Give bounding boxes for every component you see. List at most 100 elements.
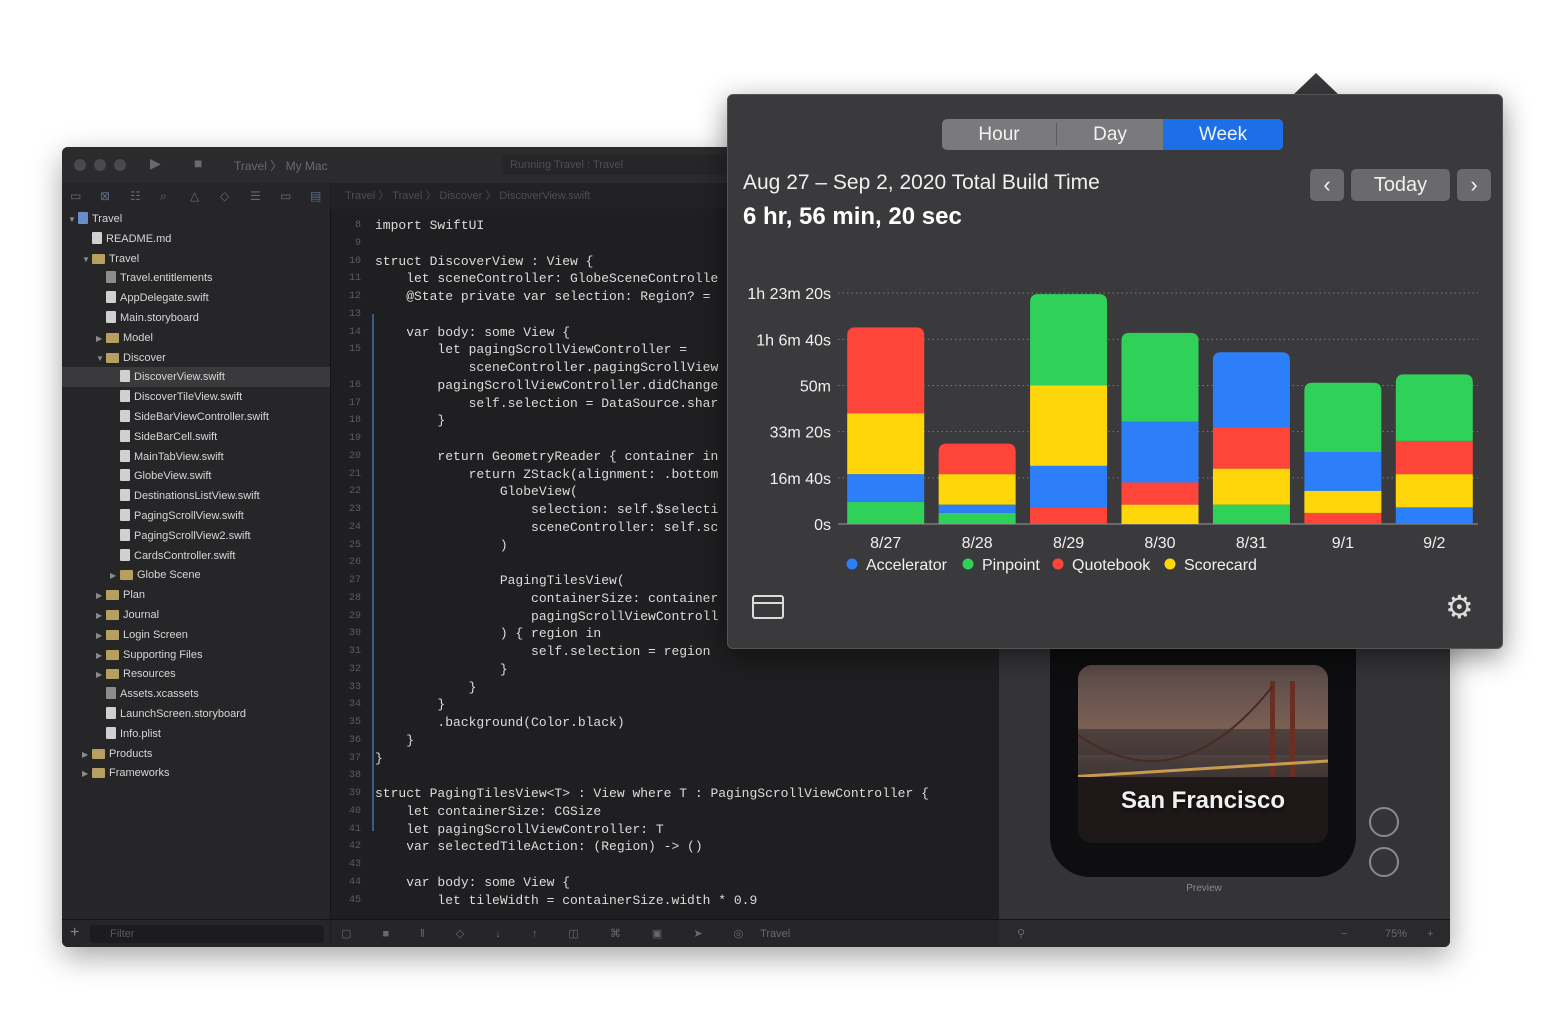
code-text: return GeometryReader { container in xyxy=(375,448,719,464)
folder-icon xyxy=(106,649,119,660)
navigator-item-label: SideBarViewController.swift xyxy=(134,411,269,423)
navigator-item-label: Travel xyxy=(92,213,123,225)
navigator-item[interactable]: SideBarCell.swift xyxy=(62,427,330,447)
search-icon[interactable]: ⌕ xyxy=(160,189,167,204)
navigator-item[interactable]: ▶ Globe Scene xyxy=(62,565,330,585)
navigator-item[interactable]: ▶ Model xyxy=(62,328,330,348)
disclosure-triangle-icon[interactable]: ▶ xyxy=(96,329,106,349)
folder-icon xyxy=(106,610,119,620)
disclosure-triangle-icon[interactable]: ▶ xyxy=(110,566,120,586)
navigator-item[interactable]: DestinationsListView.swift xyxy=(62,486,330,506)
file-icon xyxy=(120,548,130,561)
stop-icon[interactable]: ■ xyxy=(194,155,202,171)
today-button[interactable]: Today xyxy=(1351,169,1450,201)
navigator-item[interactable]: ▶ Frameworks xyxy=(62,763,330,783)
minimize-window-button[interactable] xyxy=(94,159,106,171)
navigator-item[interactable]: ▶ Journal xyxy=(62,605,330,625)
disclosure-triangle-icon[interactable]: ▶ xyxy=(96,606,106,626)
navigator-item-label: MainTabView.swift xyxy=(134,450,224,463)
navigator-item[interactable]: ▶ Products xyxy=(62,744,330,764)
navigator-item[interactable]: LaunchScreen.storyboard xyxy=(62,704,330,724)
navigator-item[interactable]: Travel.entitlements xyxy=(62,268,330,288)
disclosure-triangle-icon[interactable]: ▶ xyxy=(96,665,106,685)
close-window-button[interactable] xyxy=(74,159,86,171)
navigator-item[interactable]: README.md xyxy=(62,229,330,249)
debug-icon[interactable]: ☰ xyxy=(250,189,261,203)
filter-input[interactable]: Filter xyxy=(90,925,324,943)
line-number: 36 xyxy=(348,734,361,746)
line-number: 19 xyxy=(348,433,361,444)
navigator-item[interactable]: MainTabView.swift xyxy=(62,447,330,467)
file-icon xyxy=(120,390,130,403)
debug-toolbar-icons[interactable]: ▢ ■ ‖ ◇ ↓ ↑ ◫ ⌘ ▣ ➤ ◎ xyxy=(341,928,757,940)
disclosure-triangle-icon[interactable]: ▼ xyxy=(96,349,106,369)
navigator-item[interactable]: PagingScrollView2.swift xyxy=(62,526,330,546)
inspect-preview-button[interactable] xyxy=(1369,847,1399,877)
bar-segment xyxy=(1212,468,1290,505)
navigator-item[interactable]: GlobeView.swift xyxy=(62,466,330,486)
navigator-item[interactable]: DiscoverTileView.swift xyxy=(62,387,330,407)
city-photo: San Francisco xyxy=(1078,665,1328,843)
navigator-item[interactable]: Info.plist xyxy=(62,724,330,744)
navigator-item[interactable]: CardsController.swift xyxy=(62,546,330,566)
y-tick-label: 50m xyxy=(800,379,831,396)
navigator-item[interactable]: ▶ Resources xyxy=(62,664,330,684)
bar-segment xyxy=(1030,385,1108,466)
navigator-item[interactable]: ▶ Plan xyxy=(62,585,330,605)
disclosure-triangle-icon[interactable]: ▶ xyxy=(82,745,92,765)
breakpoint-icon[interactable]: ▭ xyxy=(280,189,291,203)
report-icon[interactable]: ▤ xyxy=(310,189,321,203)
file-icon xyxy=(120,509,130,521)
destination-name: My Mac xyxy=(285,159,328,173)
file-icon xyxy=(120,429,130,442)
navigator-item-label: Assets.xcassets xyxy=(120,688,199,701)
pin-icon[interactable]: ⚲ xyxy=(1017,920,1025,947)
disclosure-triangle-icon[interactable]: ▶ xyxy=(82,764,92,784)
issue-icon[interactable]: △ xyxy=(190,189,199,203)
run-icon[interactable]: ▶ xyxy=(150,155,161,172)
source-control-icon[interactable]: ⊠ xyxy=(100,189,110,203)
navigator-item[interactable]: ▼ Travel xyxy=(62,209,330,229)
line-number: 8 xyxy=(354,220,361,231)
segment-week[interactable]: Week xyxy=(1163,119,1283,150)
disclosure-triangle-icon[interactable]: ▶ xyxy=(96,626,106,646)
disclosure-triangle-icon[interactable]: ▼ xyxy=(68,210,78,230)
code-text: let containerSize: CGSize xyxy=(375,803,602,819)
disclosure-triangle-icon[interactable]: ▼ xyxy=(82,250,92,270)
add-icon[interactable]: + xyxy=(70,924,79,942)
disclosure-triangle-icon[interactable]: ▶ xyxy=(96,646,106,666)
navigator-item-label: DestinationsListView.swift xyxy=(134,490,260,503)
zoom-out-button[interactable]: − xyxy=(1341,920,1347,947)
previous-week-button[interactable]: ‹ xyxy=(1310,169,1344,201)
navigator-item[interactable]: ▼ Discover xyxy=(62,348,330,368)
navigator-item-label: Discover xyxy=(123,351,166,364)
code-line: 34 } xyxy=(331,696,999,714)
navigator-item[interactable]: Assets.xcassets xyxy=(62,684,330,704)
navigator-item[interactable]: Main.storyboard xyxy=(62,308,330,328)
live-preview-button[interactable] xyxy=(1369,807,1399,837)
navigator-item[interactable]: PagingScrollView.swift xyxy=(62,506,330,526)
navigator-item[interactable]: DiscoverView.swift xyxy=(62,367,330,388)
folder-icon[interactable]: ▭ xyxy=(70,189,81,203)
project-icon xyxy=(78,212,88,224)
segment-day[interactable]: Day xyxy=(1057,119,1163,150)
zoom-window-button[interactable] xyxy=(114,159,126,171)
navigator-item[interactable]: AppDelegate.swift xyxy=(62,288,330,308)
disclosure-triangle-icon[interactable]: ▶ xyxy=(96,586,106,606)
code-line: 32 } xyxy=(331,661,999,679)
symbol-icon[interactable]: ☷ xyxy=(130,189,141,203)
scheme-selector[interactable]: Travel 〉 My Mac xyxy=(234,157,328,174)
test-icon[interactable]: ◇ xyxy=(220,189,229,203)
period-segmented-control[interactable]: Hour Day Week xyxy=(942,119,1283,150)
navigator-item[interactable]: SideBarViewController.swift xyxy=(62,407,330,427)
file-icon xyxy=(106,707,116,719)
next-week-button[interactable]: › xyxy=(1457,169,1491,201)
navigator-item[interactable]: ▼ Travel xyxy=(62,249,330,269)
zoom-in-button[interactable]: + xyxy=(1427,920,1433,947)
scheme-name: Travel xyxy=(234,159,267,173)
navigator-item[interactable]: ▶ Supporting Files xyxy=(62,645,330,665)
gear-icon[interactable]: ⚙ xyxy=(1445,591,1474,623)
segment-hour[interactable]: Hour xyxy=(942,119,1056,150)
navigator-item[interactable]: ▶ Login Screen xyxy=(62,625,330,645)
window-icon[interactable] xyxy=(752,595,784,619)
